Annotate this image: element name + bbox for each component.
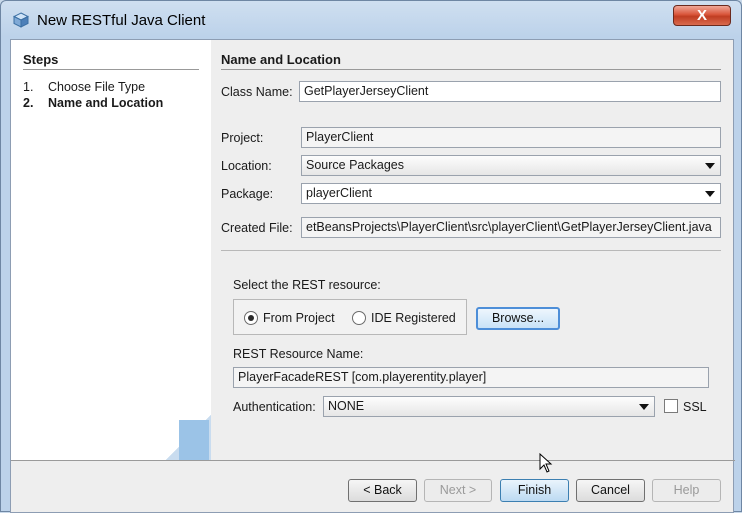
steps-title: Steps	[23, 52, 59, 67]
dropdown-arrow-icon	[705, 191, 715, 197]
ssl-label: SSL	[683, 400, 707, 414]
next-button[interactable]: Next >	[424, 479, 492, 502]
step-number: 2.	[23, 96, 34, 110]
separator	[221, 250, 721, 251]
location-dropdown[interactable]: Source Packages	[301, 155, 721, 176]
location-value: Source Packages	[306, 158, 404, 172]
radio-ide-registered[interactable]: IDE Registered	[352, 311, 456, 325]
footer-divider	[11, 460, 735, 461]
package-combobox[interactable]: playerClient	[301, 183, 721, 204]
finish-button[interactable]: Finish	[500, 479, 569, 502]
dialog-window: New RESTful Java Client X Steps 1. Choose…	[0, 0, 742, 513]
mouse-cursor-icon	[539, 453, 553, 473]
rest-resource-name-field: PlayerFacadeREST [com.playerentity.playe…	[233, 367, 709, 388]
rest-resource-name-label: REST Resource Name:	[233, 347, 364, 361]
radio-unselected-icon	[352, 311, 366, 325]
netbeans-cube-icon	[13, 12, 29, 28]
section-divider	[221, 69, 721, 70]
step-number: 1.	[23, 80, 34, 94]
step-label: Choose File Type	[48, 80, 146, 94]
radio-selected-icon	[244, 311, 258, 325]
location-label: Location:	[221, 159, 272, 173]
authentication-label: Authentication:	[233, 400, 316, 414]
browse-button[interactable]: Browse...	[476, 307, 560, 330]
steps-divider	[23, 69, 199, 70]
window-title: New RESTful Java Client	[37, 12, 206, 29]
title-bar[interactable]: New RESTful Java Client X	[1, 1, 742, 39]
authentication-dropdown[interactable]: NONE	[323, 396, 655, 417]
authentication-value: NONE	[328, 399, 365, 413]
dialog-content: Steps 1. Choose File Type 2. Name and Loca…	[10, 39, 735, 513]
class-name-label: Class Name:	[221, 85, 293, 99]
step-item-choose-file-type: 1. Choose File Type	[23, 80, 145, 94]
created-file-label: Created File:	[221, 221, 293, 235]
decorative-graphic-accent	[179, 420, 209, 460]
cancel-button[interactable]: Cancel	[576, 479, 645, 502]
dropdown-arrow-icon	[705, 163, 715, 169]
class-name-field[interactable]: GetPlayerJerseyClient	[299, 81, 721, 102]
radio-ide-registered-label: IDE Registered	[371, 311, 456, 325]
ssl-checkbox[interactable]	[664, 399, 678, 413]
steps-panel: Steps 1. Choose File Type 2. Name and Loca…	[11, 40, 211, 460]
step-label: Name and Location	[48, 96, 164, 110]
project-field: PlayerClient	[301, 127, 721, 148]
dropdown-arrow-icon	[639, 404, 649, 410]
back-button[interactable]: < Back	[348, 479, 417, 502]
select-resource-label: Select the REST resource:	[233, 278, 381, 292]
help-button[interactable]: Help	[652, 479, 721, 502]
package-label: Package:	[221, 187, 274, 201]
radio-from-project[interactable]: From Project	[244, 311, 335, 325]
project-label: Project:	[221, 131, 264, 145]
created-file-field: etBeansProjects\PlayerClient\src\playerC…	[301, 217, 721, 238]
close-button[interactable]: X	[673, 5, 731, 26]
package-value: playerClient	[306, 186, 373, 200]
section-title: Name and Location	[221, 52, 341, 67]
radio-from-project-label: From Project	[263, 311, 335, 325]
step-item-name-and-location: 2. Name and Location	[23, 96, 163, 110]
